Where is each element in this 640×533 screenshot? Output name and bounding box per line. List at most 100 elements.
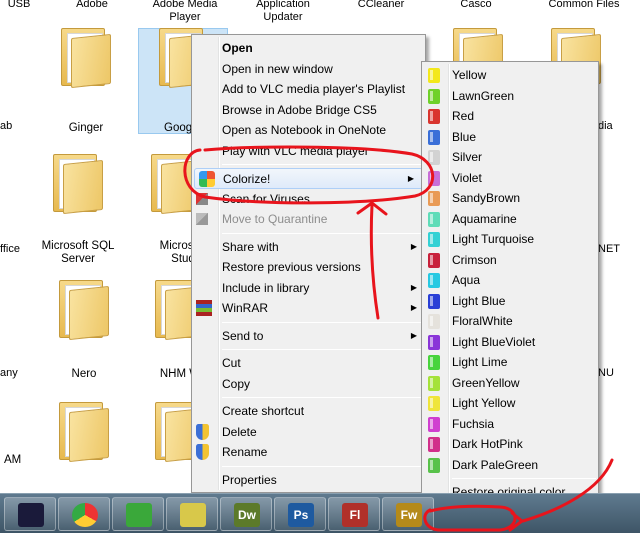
color-item-label: Crimson [452,252,497,267]
menu-item-label: Add to VLC media player's Playlist [222,82,406,96]
media-thumbnail [18,503,44,527]
quarantine-icon [196,213,208,225]
menu-item-label: Delete [222,424,257,439]
menu-item-restore-previous-versions[interactable]: Restore previous versions [192,257,425,278]
menu-item-include-in-library[interactable]: Include in library ▶ [192,278,425,299]
menu-item-delete[interactable]: Delete [192,422,425,443]
menu-separator [222,232,423,234]
menu-item-open[interactable]: Open [192,38,425,59]
taskbar-button-chrome[interactable] [58,497,110,531]
menu-item-label: Include in library [222,280,310,295]
color-item-floralwhite[interactable]: FloralWhite [422,311,598,332]
menu-separator [222,465,423,467]
menu-item-colorize[interactable]: Colorize! ▶ [194,168,423,189]
menu-item-copy[interactable]: Copy [192,374,425,395]
desktop-folder-nero[interactable]: Nero [36,276,132,381]
photoshop-icon: Ps [288,503,314,527]
menu-item-properties[interactable]: Properties [192,470,425,491]
menu-item-cut[interactable]: Cut [192,353,425,374]
colorize-icon [199,171,215,187]
submenu-arrow-icon: ▶ [410,303,417,312]
color-item-light-blue[interactable]: Light Blue [422,291,598,312]
menu-item-move-to-quarantine[interactable]: Move to Quarantine [192,209,425,230]
taskbar-button-notes[interactable] [166,497,218,531]
colorize-submenu: Yellow LawnGreen Red Blue Silver Violet SandyB… [421,61,599,531]
label-fragment-many: any [0,367,18,379]
menu-item-rename[interactable]: Rename [192,442,425,463]
color-item-violet[interactable]: Violet [422,168,598,189]
color-item-aquamarine[interactable]: Aquamarine [422,209,598,230]
color-swatch-icon [428,416,440,432]
folder-icon [57,24,115,89]
color-item-light-yellow[interactable]: Light Yellow [422,393,598,414]
color-item-label: LawnGreen [452,88,515,103]
menu-item-label: Browse in Adobe Bridge CS5 [222,102,377,117]
menu-item-label: Properties [222,472,277,487]
color-item-greenyellow[interactable]: GreenYellow [422,373,598,394]
color-item-label: Light Blue [452,293,506,308]
desktop-folder-partial-1[interactable] [36,398,132,463]
menu-item-label: Rename [222,445,268,459]
folder-icon [55,276,113,341]
color-item-dark-hotpink[interactable]: Dark HotPink [422,434,598,455]
desktop-folder-ginger[interactable]: Ginger [38,24,134,135]
submenu-arrow-icon: ▶ [410,241,417,251]
menu-item-send-to[interactable]: Send to ▶ [192,326,425,347]
menu-item-play-with-vlc-media-player[interactable]: Play with VLC media player [192,141,425,162]
color-item-label: Light BlueViolet [452,334,536,349]
color-item-red[interactable]: Red [422,106,598,127]
menu-item-create-shortcut[interactable]: Create shortcut [192,401,425,422]
menu-item-browse-in-adobe-bridge-cs5[interactable]: Browse in Adobe Bridge CS5 [192,100,425,121]
color-item-yellow[interactable]: Yellow [422,65,598,86]
color-item-silver[interactable]: Silver [422,147,598,168]
menu-item-label: WinRAR [222,301,269,315]
taskbar-button-fireworks[interactable]: Fw [382,497,434,531]
color-item-crimson[interactable]: Crimson [422,250,598,271]
fireworks-icon: Fw [396,503,422,527]
color-item-aqua[interactable]: Aqua [422,270,598,291]
color-item-fuchsia[interactable]: Fuchsia [422,414,598,435]
color-item-label: Aqua [452,273,481,287]
color-swatch-icon [428,211,440,227]
menu-separator [222,349,423,350]
taskbar-button-dreamweaver[interactable]: Dw [220,497,272,531]
desktop-folder-microsoft-sql-server[interactable]: Microsoft SQL Server [30,150,126,266]
submenu-arrow-icon: ▶ [410,330,417,340]
color-swatch-icon [428,252,440,268]
color-item-blue[interactable]: Blue [422,127,598,148]
menu-item-open-in-new-window[interactable]: Open in new window [192,59,425,80]
color-item-lawngreen[interactable]: LawnGreen [422,86,598,107]
menu-item-label: Open in new window [222,61,333,76]
submenu-arrow-icon: ▶ [407,174,414,183]
menu-item-label: Open [222,41,253,55]
shield-icon [196,444,209,460]
color-item-label: Violet [452,170,482,185]
taskbar-button-flash[interactable]: Fl [328,497,380,531]
menu-item-open-as-notebook-in-onenote[interactable]: Open as Notebook in OneNote [192,120,425,141]
color-item-light-turquoise[interactable]: Light Turquoise [422,229,598,250]
folder-label-application: Application [256,0,310,10]
menu-item-share-with[interactable]: Share with ▶ [192,237,425,258]
color-item-dark-palegreen[interactable]: Dark PaleGreen [422,455,598,476]
color-swatch-icon [428,68,440,83]
color-swatch-icon [428,170,440,186]
taskbar-button-network[interactable] [112,497,164,531]
color-item-light-lime[interactable]: Light Lime [422,352,598,373]
color-swatch-icon [428,273,440,288]
color-item-label: Light Yellow [452,396,516,410]
taskbar-button-photoshop[interactable]: Ps [274,497,326,531]
color-item-sandybrown[interactable]: SandyBrown [422,188,598,209]
menu-item-scan-for-viruses[interactable]: Scan for Viruses [192,189,425,210]
color-swatch-icon [428,396,440,411]
menu-item-add-to-vlc-media-player-s-playlist[interactable]: Add to VLC media player's Playlist [192,79,425,100]
menu-item-winrar[interactable]: WinRAR ▶ [192,298,425,319]
folder-label-casco: Casco [460,0,492,10]
color-swatch-icon [428,88,440,104]
menu-item-label: Send to [222,328,264,343]
menu-item-label: Open as Notebook in OneNote [222,123,387,137]
color-item-light-blueviolet[interactable]: Light BlueViolet [422,332,598,353]
notes-icon [180,503,206,527]
menu-item-label: Copy [222,376,251,391]
taskbar-button-media-thumbnail[interactable] [4,497,56,531]
color-item-label: Dark PaleGreen [452,457,539,472]
